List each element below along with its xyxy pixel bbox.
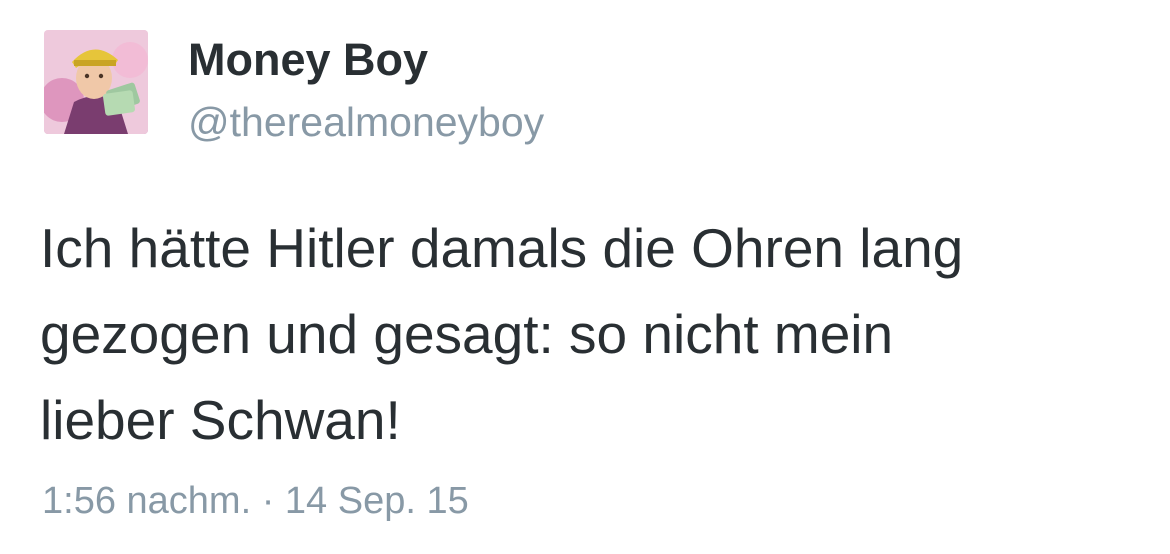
tweet-date: 14 Sep. 15 — [284, 480, 469, 522]
author-handle[interactable]: @therealmoneyboy — [188, 96, 544, 148]
avatar[interactable] — [44, 30, 148, 134]
timestamp-separator: · — [261, 480, 275, 522]
tweet-text-line: gezogen und gesagt: so nicht mein — [40, 303, 894, 365]
tweet-time: 1:56 nachm. — [42, 480, 252, 522]
author-name[interactable]: Money Boy — [188, 32, 428, 88]
tweet-text-line: Ich hätte Hitler damals die Ohren lang — [40, 217, 964, 279]
tweet-text-line: lieber Schwan! — [40, 389, 401, 451]
tweet-timestamp[interactable]: 1:56 nachm. · 14 Sep. 15 — [42, 476, 469, 526]
tweet-text: Ich hätte Hitler damals die Ohren lang g… — [40, 205, 1140, 463]
avatar-image — [44, 30, 148, 134]
tweet-card: Money Boy @therealmoneyboy Ich hätte Hit… — [0, 0, 1170, 554]
